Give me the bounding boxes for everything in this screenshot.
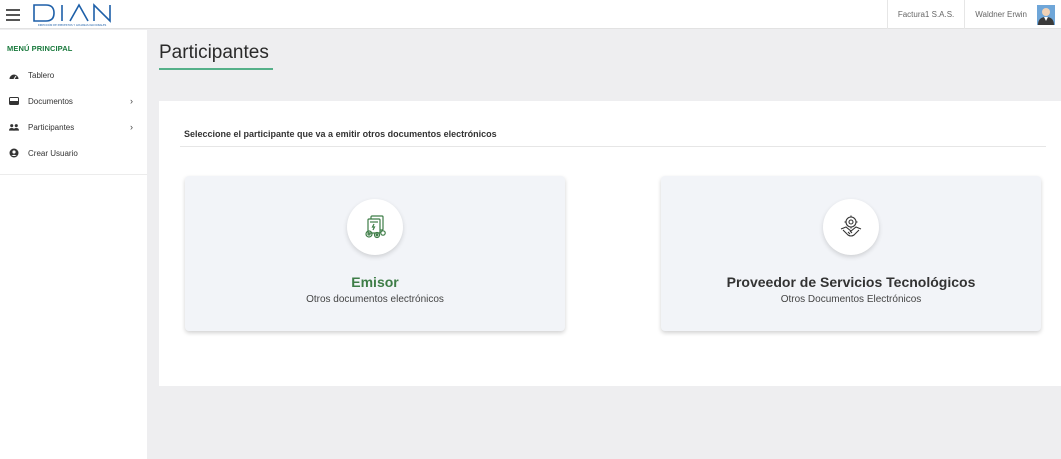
chevron-right-icon[interactable]: › bbox=[130, 96, 133, 106]
proveedor-card[interactable]: Proveedor de Servicios Tecnológicos Otro… bbox=[661, 176, 1041, 331]
dashboard-icon bbox=[9, 70, 19, 80]
hamburger-menu-icon[interactable] bbox=[6, 6, 20, 22]
page-title: Participantes bbox=[159, 42, 269, 63]
user-name[interactable]: Waldner Erwin bbox=[964, 0, 1037, 29]
emisor-card[interactable]: Emisor Otros documentos electrónicos bbox=[185, 176, 565, 331]
sidebar-item-documentos[interactable]: Documentos › bbox=[0, 88, 147, 114]
menu-title: MENÚ PRINCIPAL bbox=[7, 44, 73, 53]
sidebar-item-participantes[interactable]: Participantes › bbox=[0, 114, 147, 140]
dian-logo[interactable]: DIRECCIÓN DE IMPUESTOS Y ADUANAS NACIONA… bbox=[32, 3, 116, 27]
sidebar-item-label: Documentos bbox=[28, 96, 73, 106]
users-icon bbox=[9, 122, 19, 132]
inbox-icon bbox=[9, 96, 19, 106]
card-title: Proveedor de Servicios Tecnológicos bbox=[726, 274, 976, 290]
sidebar-divider bbox=[0, 174, 147, 175]
sidebar-item-label: Participantes bbox=[28, 122, 75, 132]
sidebar-item-tablero[interactable]: Tablero bbox=[0, 62, 147, 88]
avatar[interactable] bbox=[1037, 4, 1055, 25]
sidebar-item-label: Tablero bbox=[28, 70, 55, 80]
title-underline bbox=[159, 68, 273, 70]
card-title: Emisor bbox=[351, 274, 399, 290]
handshake-gear-icon bbox=[823, 199, 879, 255]
chevron-right-icon[interactable]: › bbox=[130, 122, 133, 132]
panel-heading: Seleccione el participante que va a emit… bbox=[184, 129, 497, 139]
card-subtitle: Otros Documentos Electrónicos bbox=[780, 294, 922, 305]
top-bar: DIRECCIÓN DE IMPUESTOS Y ADUANAS NACIONA… bbox=[0, 0, 1061, 29]
user-circle-icon bbox=[9, 148, 19, 158]
sidebar: MENÚ PRINCIPAL Tablero Documentos › Part… bbox=[0, 30, 147, 459]
document-gears-icon bbox=[347, 199, 403, 255]
sidebar-item-crear-usuario[interactable]: Crear Usuario bbox=[0, 140, 147, 166]
participants-panel: Seleccione el participante que va a emit… bbox=[159, 101, 1061, 386]
divider bbox=[180, 146, 1046, 147]
card-subtitle: Otros documentos electrónicos bbox=[306, 294, 444, 305]
company-name[interactable]: Factura1 S.A.S. bbox=[886, 0, 964, 29]
sidebar-item-label: Crear Usuario bbox=[28, 148, 78, 158]
svg-text:DIRECCIÓN DE IMPUESTOS Y ADUAN: DIRECCIÓN DE IMPUESTOS Y ADUANAS NACIONA… bbox=[38, 22, 107, 27]
